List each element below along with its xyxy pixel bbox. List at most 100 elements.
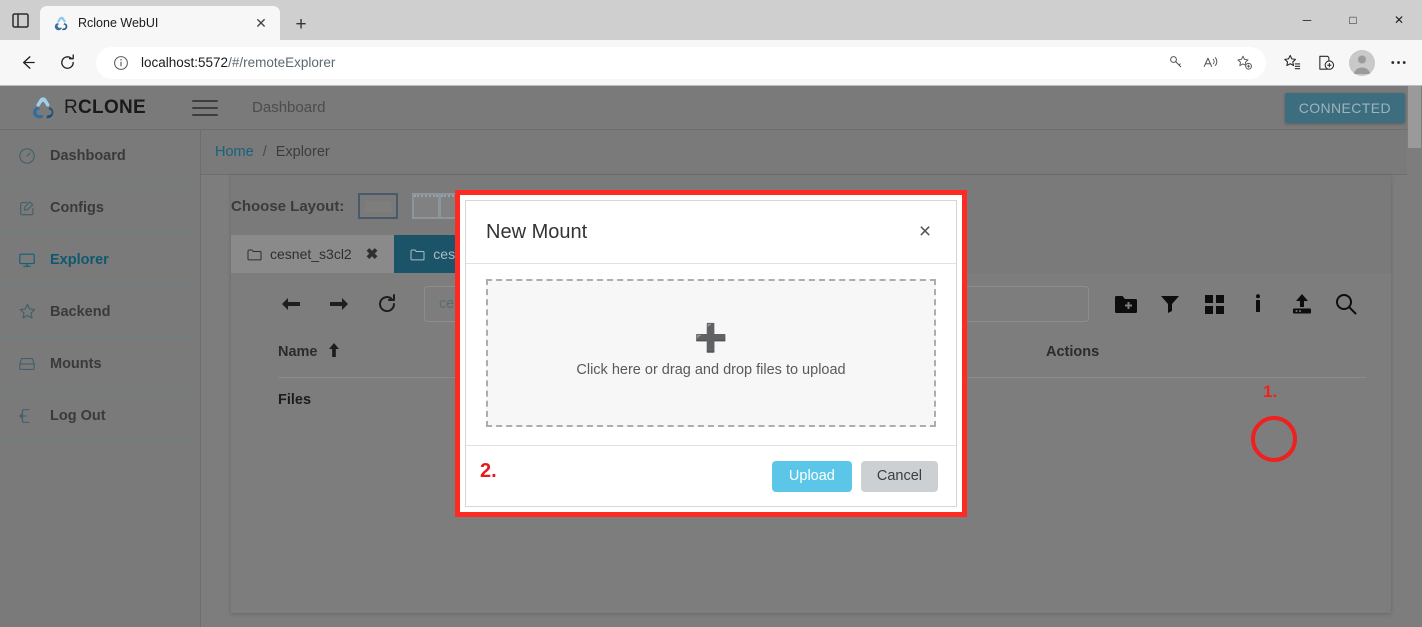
drive-icon <box>17 354 37 374</box>
new-mount-dialog: New Mount × ➕ Click here or drag and dro… <box>455 190 967 517</box>
layout-label: Choose Layout: <box>231 197 345 215</box>
breadcrumb-separator: / <box>262 144 267 160</box>
remote-tab-cesnet-s3cl2[interactable]: cesnet_s3cl2 ✖ <box>231 235 395 273</box>
browser-tab-title: Rclone WebUI <box>78 16 159 30</box>
browser-tab[interactable]: Rclone WebUI ✕ <box>40 6 280 40</box>
window-controls: ─ □ ✕ <box>1284 0 1422 40</box>
folder-icon <box>247 248 262 261</box>
dialog-footer: 2. Upload Cancel <box>466 445 956 506</box>
info-icon[interactable] <box>1245 291 1271 317</box>
explorer-nav-icons <box>278 291 400 317</box>
breadcrumb-home[interactable]: Home <box>215 144 254 160</box>
address-bar-url: localhost:5572/#/remoteExplorer <box>132 55 1160 70</box>
annotation-circle-upload <box>1251 416 1297 462</box>
folder-icon <box>410 248 425 261</box>
browser-window: Rclone WebUI ✕ + ─ □ ✕ localhost:5572/#/… <box>0 0 1422 627</box>
edit-square-icon <box>17 198 37 218</box>
remote-tab-label: ces <box>433 246 456 262</box>
sidebar-item-explorer[interactable]: Explorer <box>0 234 200 286</box>
new-tab-button[interactable]: + <box>284 10 318 40</box>
settings-more-icon[interactable] <box>1382 48 1414 78</box>
sidebar-item-mounts[interactable]: Mounts <box>0 338 200 390</box>
browser-tabstrip: Rclone WebUI ✕ + ─ □ ✕ <box>0 0 1422 40</box>
logout-icon <box>17 406 37 426</box>
add-favorite-icon[interactable] <box>1228 48 1260 78</box>
collections-icon[interactable] <box>1310 48 1342 78</box>
page-scrollbar-thumb[interactable] <box>1408 86 1421 148</box>
close-icon[interactable]: ✖ <box>366 245 379 263</box>
annotation-step-1: 1. <box>1263 382 1278 401</box>
upload-button[interactable]: Upload <box>771 460 852 492</box>
forward-arrow-icon[interactable] <box>326 291 352 317</box>
sidebar: Dashboard Configs Explorer Backend Mount… <box>0 130 201 627</box>
dialog-body: ➕ Click here or drag and drop files to u… <box>466 264 956 445</box>
sidebar-item-label: Backend <box>50 303 111 320</box>
upload-icon[interactable] <box>1289 291 1315 317</box>
column-header-actions: Actions <box>1046 344 1100 360</box>
filter-icon[interactable] <box>1157 291 1183 317</box>
status-badge[interactable]: CONNECTED <box>1284 93 1405 123</box>
monitor-icon <box>17 250 37 270</box>
rclone-logo-icon <box>30 95 56 121</box>
file-dropzone[interactable]: ➕ Click here or drag and drop files to u… <box>486 279 936 427</box>
sidebar-item-backend[interactable]: Backend <box>0 286 200 338</box>
sidebar-item-label: Configs <box>50 199 104 216</box>
speedometer-icon <box>17 146 37 166</box>
page-scrollbar[interactable] <box>1407 86 1422 627</box>
url-host: localhost:5572 <box>141 55 229 70</box>
tab-list-icon[interactable] <box>0 0 40 40</box>
sidebar-item-label: Dashboard <box>50 147 126 164</box>
favorites-icon[interactable] <box>1276 48 1308 78</box>
web-page: RCLONE Dashboard CONNECTED Dashboard Con… <box>0 86 1422 627</box>
info-circle-icon[interactable] <box>110 52 132 74</box>
hamburger-menu-icon[interactable] <box>192 99 219 116</box>
sidebar-item-logout[interactable]: Log Out <box>0 390 200 442</box>
new-folder-icon[interactable] <box>1113 291 1139 317</box>
page-title: Dashboard <box>252 99 326 116</box>
star-icon <box>17 302 37 322</box>
new-mount-dialog-inner: New Mount × ➕ Click here or drag and dro… <box>465 200 957 507</box>
app-header: RCLONE Dashboard CONNECTED <box>0 86 1422 130</box>
rclone-favicon <box>52 14 70 32</box>
remote-tab-label: cesnet_s3cl2 <box>270 246 352 262</box>
close-icon[interactable]: × <box>914 220 936 244</box>
dialog-title: New Mount <box>486 220 588 243</box>
brand-suffix: CLONE <box>78 96 147 118</box>
plus-icon: ➕ <box>694 323 728 354</box>
sidebar-item-label: Log Out <box>50 407 106 424</box>
browser-toolbar: localhost:5572/#/remoteExplorer <box>0 40 1422 85</box>
back-arrow-icon[interactable] <box>8 47 46 79</box>
maximize-button[interactable]: □ <box>1330 0 1376 40</box>
address-bar[interactable]: localhost:5572/#/remoteExplorer <box>96 46 1266 79</box>
breadcrumb: Home / Explorer <box>201 130 1422 175</box>
refresh-icon[interactable] <box>374 291 400 317</box>
profile-avatar-icon[interactable] <box>1349 49 1375 76</box>
sort-asc-arrow-icon[interactable] <box>326 342 342 362</box>
read-aloud-icon[interactable] <box>1194 48 1226 78</box>
key-icon[interactable] <box>1160 48 1192 78</box>
close-icon[interactable]: ✕ <box>250 12 272 34</box>
search-icon[interactable] <box>1333 291 1359 317</box>
minimize-button[interactable]: ─ <box>1284 0 1330 40</box>
back-arrow-icon[interactable] <box>278 291 304 317</box>
annotation-step-2: 2. <box>480 460 497 482</box>
dialog-header: New Mount × <box>466 201 956 264</box>
cancel-button[interactable]: Cancel <box>860 460 938 492</box>
explorer-action-icons <box>1113 291 1359 317</box>
close-window-button[interactable]: ✕ <box>1376 0 1422 40</box>
column-header-name-label: Name <box>278 344 318 360</box>
sidebar-item-dashboard[interactable]: Dashboard <box>0 130 200 182</box>
grid-view-icon[interactable] <box>1201 291 1227 317</box>
sidebar-item-configs[interactable]: Configs <box>0 182 200 234</box>
app-brand[interactable]: RCLONE <box>30 95 146 121</box>
omnibox-actions <box>1160 48 1260 78</box>
dropzone-text: Click here or drag and drop files to upl… <box>576 362 846 379</box>
sidebar-item-label: Mounts <box>50 355 102 372</box>
sidebar-item-label: Explorer <box>50 251 109 268</box>
brand-prefix: R <box>64 96 79 118</box>
url-path: /#/remoteExplorer <box>228 55 336 70</box>
app-brand-text: RCLONE <box>64 97 146 119</box>
single-pane-layout-icon[interactable] <box>358 193 399 219</box>
breadcrumb-current: Explorer <box>275 144 330 160</box>
reload-icon[interactable] <box>48 47 86 79</box>
